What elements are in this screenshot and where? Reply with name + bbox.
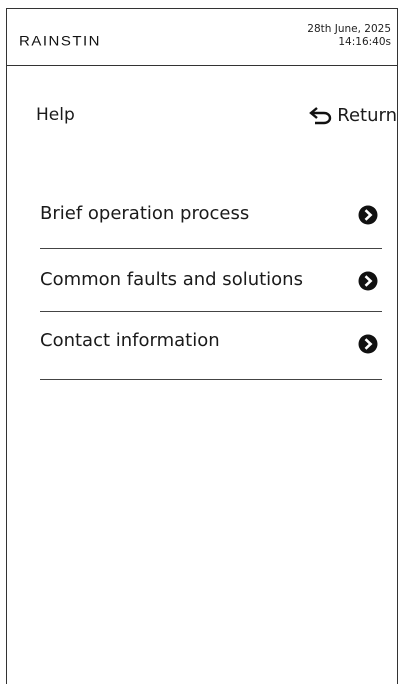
status-bar: RAINSTIN 28th June, 2025 14:16:40s [7,9,397,66]
time-text: 14:16:40s [338,36,391,48]
menu-item-label: Brief operation process [40,203,250,224]
menu-item-common-faults[interactable]: Common faults and solutions [40,249,382,312]
return-label: Return [337,104,397,126]
brand-logo: RAINSTIN [19,33,102,50]
page-title: Help [36,105,75,125]
menu-item-contact-information[interactable]: Contact information [40,312,382,380]
help-menu: Brief operation process Common faults an… [40,189,382,380]
datetime-display: 28th June, 2025 14:16:40s [307,23,391,49]
chevron-right-circle-icon [358,205,378,225]
device-screen: RAINSTIN 28th June, 2025 14:16:40s Help … [6,8,398,684]
chevron-right-circle-icon [358,271,378,291]
return-button[interactable]: Return [309,101,397,129]
menu-item-label: Common faults and solutions [40,269,303,290]
return-arrow-icon [309,107,332,125]
menu-item-label: Contact information [40,330,220,351]
menu-item-brief-operation[interactable]: Brief operation process [40,189,382,249]
chevron-right-circle-icon [358,334,378,354]
page-header: Help Return [7,101,397,131]
date-text: 28th June, 2025 [307,23,391,35]
